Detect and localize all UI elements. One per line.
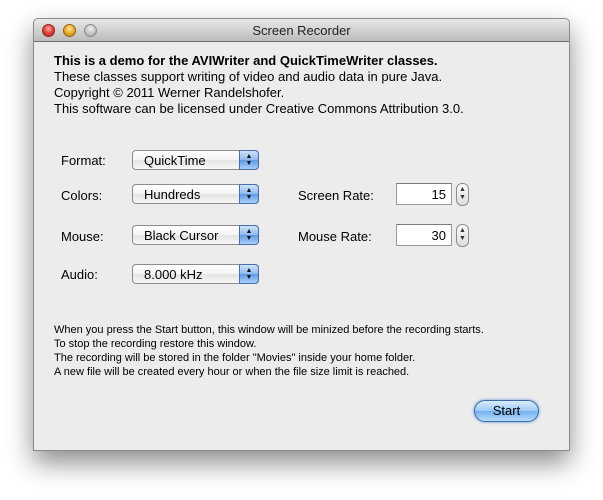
audio-value: 8.000 kHz [144, 267, 203, 282]
mouse-select[interactable]: Black Cursor ▲ ▼ [132, 225, 259, 245]
intro-text: This is a demo for the AVIWriter and Qui… [54, 53, 464, 117]
window-title: Screen Recorder [252, 23, 351, 38]
format-label: Format: [61, 153, 106, 168]
colors-label: Colors: [61, 188, 103, 203]
mouse-value: Black Cursor [144, 228, 219, 243]
stepper-up-icon[interactable]: ▲ [457, 186, 468, 194]
popup-arrows-icon: ▲ ▼ [239, 150, 259, 170]
audio-label: Audio: [61, 267, 98, 282]
copyright-line: Copyright © 2011 Werner Randelshofer. [54, 85, 285, 100]
instruction-line: A new file will be created every hour or… [54, 366, 410, 378]
screen-rate-label: Screen Rate: [298, 188, 374, 203]
stepper-up-icon[interactable]: ▲ [457, 227, 468, 235]
popup-arrows-icon: ▲ ▼ [239, 264, 259, 284]
format-value: QuickTime [144, 153, 206, 168]
colors-value: Hundreds [144, 187, 201, 202]
format-select[interactable]: QuickTime ▲ ▼ [132, 150, 259, 170]
popup-arrows-icon: ▲ ▼ [239, 184, 259, 204]
screen-rate-input[interactable]: 15 [396, 183, 452, 205]
stepper-down-icon[interactable]: ▼ [457, 235, 468, 243]
stepper-down-icon[interactable]: ▼ [457, 194, 468, 202]
mouse-rate-input[interactable]: 30 [396, 224, 452, 246]
mouse-rate-stepper[interactable]: ▲ ▼ [456, 224, 469, 247]
instruction-line: The recording will be stored in the fold… [54, 352, 416, 364]
license-line: This software can be licensed under Crea… [54, 101, 464, 116]
intro-line: These classes support writing of video a… [54, 69, 443, 84]
title-bar[interactable]: Screen Recorder [34, 19, 569, 42]
instruction-line: To stop the recording restore this windo… [54, 338, 257, 350]
audio-select[interactable]: 8.000 kHz ▲ ▼ [132, 264, 259, 284]
colors-select[interactable]: Hundreds ▲ ▼ [132, 184, 259, 204]
intro-heading: This is a demo for the AVIWriter and Qui… [54, 53, 438, 68]
instruction-line: When you press the Start button, this wi… [54, 324, 484, 336]
instructions-text: When you press the Start button, this wi… [54, 323, 484, 379]
mouse-rate-label: Mouse Rate: [298, 229, 372, 244]
screen-recorder-window: Screen Recorder This is a demo for the A… [33, 18, 570, 451]
mouse-label: Mouse: [61, 229, 104, 244]
popup-arrows-icon: ▲ ▼ [239, 225, 259, 245]
screen-rate-stepper[interactable]: ▲ ▼ [456, 183, 469, 206]
start-button[interactable]: Start [474, 400, 539, 422]
